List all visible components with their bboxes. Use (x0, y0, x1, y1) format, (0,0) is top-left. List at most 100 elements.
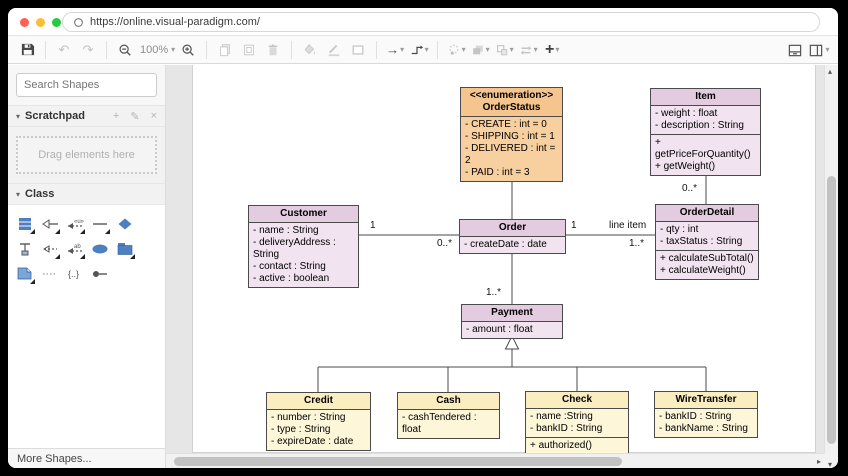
attribute: - active : boolean (253, 273, 354, 285)
attribute: - qty : int (660, 224, 754, 236)
mult-detail-side[interactable]: 1..* (629, 238, 644, 249)
scratchpad-close-icon[interactable]: × (151, 110, 157, 122)
class-customer[interactable]: Customer - name : String - deliveryAddre… (248, 205, 359, 288)
fill-color-button[interactable] (299, 39, 321, 61)
scratchpad-header[interactable]: ▾ Scratchpad + ✎ × (8, 105, 165, 127)
scratchpad-area: Drag elements here (8, 127, 165, 183)
mult-payment-side[interactable]: 1..* (486, 287, 501, 298)
class-cash[interactable]: Cash - cashTendered : float (397, 392, 500, 439)
insert-dropdown[interactable]: + ▾ (541, 39, 563, 61)
group-icon (495, 43, 509, 57)
url-text[interactable]: https://online.visual-paradigm.com/ (90, 16, 260, 28)
note-shape[interactable] (12, 261, 37, 286)
diagram-canvas[interactable]: 1 1 0..* 1 line item 1..* 0..* 1..* <<en… (166, 65, 838, 468)
association-shape[interactable] (87, 211, 112, 236)
search-input[interactable] (24, 79, 166, 91)
package-shape[interactable] (112, 236, 137, 261)
class-credit[interactable]: Credit - number : String - type : String… (266, 392, 371, 451)
role-line-item[interactable]: line item (609, 220, 646, 231)
group-dropdown[interactable]: ▾ (493, 39, 515, 61)
usage-shape[interactable]: «u» (62, 211, 87, 236)
search-shapes-box[interactable] (16, 73, 157, 97)
port-shape[interactable] (87, 261, 112, 286)
class-shape[interactable] (12, 211, 37, 236)
aggregation-shape[interactable] (112, 211, 137, 236)
collapse-icon[interactable]: ▾ (16, 190, 20, 199)
chevron-down-icon: ▾ (534, 46, 538, 54)
class-orderdetail[interactable]: OrderDetail - qty : int - taxStatus : St… (655, 204, 759, 280)
class-payment[interactable]: Payment - amount : float (461, 304, 563, 339)
class-name: Order (460, 220, 565, 237)
redo-button[interactable]: ↷ (77, 39, 99, 61)
scratchpad-add-icon[interactable]: + (113, 110, 119, 122)
scratchpad-dropzone[interactable]: Drag elements here (16, 136, 157, 174)
attributes: - cashTendered : float (398, 410, 499, 438)
traffic-lights (20, 18, 61, 27)
sidebar-panel-toggle[interactable]: ▾ (808, 39, 830, 61)
scroll-up-icon[interactable]: ▴ (828, 67, 832, 76)
class-section-header[interactable]: ▾ Class (8, 183, 165, 205)
class-order[interactable]: Order - createDate : date (459, 219, 566, 254)
oval-shape[interactable] (87, 236, 112, 261)
close-window-button[interactable] (20, 18, 29, 27)
class-wiretransfer[interactable]: WireTransfer - bankID : String - bankNam… (654, 391, 758, 438)
operations: + getPriceForQuantity() + getWeight() (651, 134, 760, 175)
realization-shape[interactable]: ab (62, 236, 87, 261)
attributes: - bankID : String - bankName : String (655, 409, 757, 437)
attributes: - weight : float - description : String (651, 106, 760, 134)
paste-icon (242, 43, 256, 57)
class-orderstatus[interactable]: <<enumeration>> OrderStatus - CREATE : i… (460, 87, 563, 182)
redo-icon: ↷ (83, 43, 94, 56)
generalization-shape[interactable] (37, 211, 62, 236)
dashed-line-icon (41, 270, 59, 278)
attribute: - DELIVERED : int = 2 (465, 143, 558, 167)
line-color-button[interactable] (323, 39, 345, 61)
constraint-shape[interactable]: {..} (62, 261, 87, 286)
scratchpad-edit-icon[interactable]: ✎ (130, 110, 139, 123)
rotate-flip-dropdown[interactable]: ▾ (517, 39, 539, 61)
diagram-page[interactable]: 1 1 0..* 1 line item 1..* 0..* 1..* <<en… (192, 65, 816, 453)
scroll-right-icon[interactable]: ▸ (817, 457, 821, 466)
zoom-out-button[interactable] (114, 39, 136, 61)
plus-icon: + (545, 42, 554, 58)
scroll-down-icon[interactable]: ▾ (828, 460, 832, 468)
mult-customer-side[interactable]: 1 (370, 220, 376, 231)
save-button[interactable] (16, 39, 38, 61)
connector-arrow-dropdown[interactable]: → ▾ (384, 39, 406, 61)
anchor-shape[interactable] (12, 236, 37, 261)
horizontal-scrollbar[interactable]: ▸ (166, 453, 824, 468)
vertical-scrollbar[interactable]: ▴ (824, 65, 838, 453)
address-bar[interactable]: https://online.visual-paradigm.com/ (62, 12, 820, 32)
shape-style-button[interactable] (347, 39, 369, 61)
copy-button[interactable] (214, 39, 236, 61)
format-panel-toggle[interactable] (784, 39, 806, 61)
zoom-window-button[interactable] (52, 18, 61, 27)
delete-button[interactable] (262, 39, 284, 61)
scrollbar-corner: ▾ (824, 453, 838, 468)
undo-button[interactable]: ↶ (53, 39, 75, 61)
connector-style-dropdown[interactable]: ▾ (408, 39, 430, 61)
more-shapes-link[interactable]: More Shapes... (17, 453, 92, 465)
reload-icon[interactable] (73, 17, 84, 28)
svg-text:«u»: «u» (74, 219, 84, 225)
collapse-icon[interactable]: ▾ (16, 112, 20, 121)
mult-item-side[interactable]: 0..* (682, 183, 697, 194)
class-item[interactable]: Item - weight : float - description : St… (650, 88, 761, 176)
dashed-line-shape[interactable] (37, 261, 62, 286)
select-tool-dropdown[interactable]: ▾ (445, 39, 467, 61)
class-check[interactable]: Check - name :String - bankID : String +… (525, 391, 629, 455)
paste-button[interactable] (238, 39, 260, 61)
minimize-window-button[interactable] (36, 18, 45, 27)
arrange-dropdown[interactable]: ▾ (469, 39, 491, 61)
horizontal-scrollbar-thumb[interactable] (174, 457, 622, 466)
mult-order-right[interactable]: 1 (571, 220, 577, 231)
attributes: - amount : float (462, 322, 562, 338)
dependency-shape[interactable] (37, 236, 62, 261)
zoom-in-button[interactable] (177, 39, 199, 61)
zoom-level-dropdown[interactable]: 100% ▾ (138, 39, 175, 61)
layers-icon (471, 43, 485, 57)
attribute: - contact : String (253, 261, 354, 273)
vertical-scrollbar-thumb[interactable] (827, 176, 836, 444)
class-name: Cash (398, 393, 499, 410)
mult-order-left[interactable]: 0..* (437, 238, 452, 249)
